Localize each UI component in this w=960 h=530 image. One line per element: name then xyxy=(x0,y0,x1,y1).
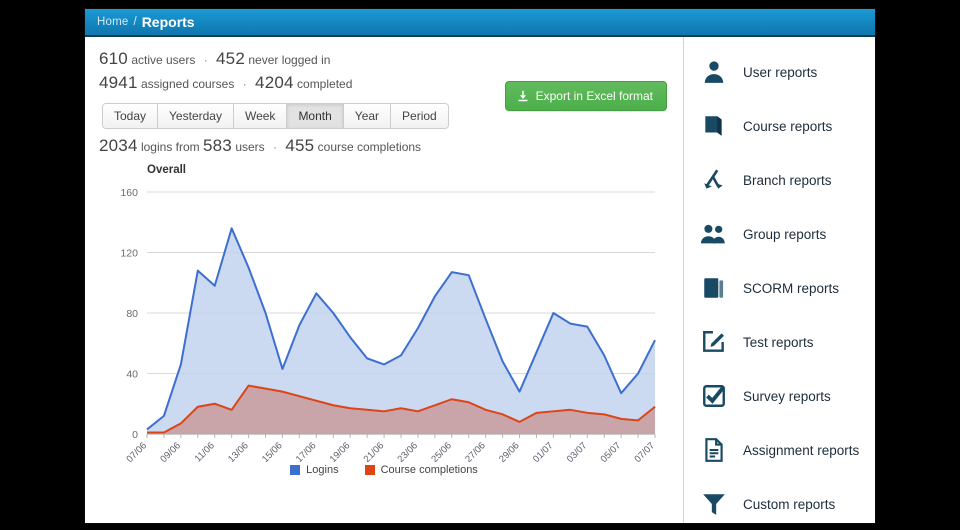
stat-line-logins: 2034 logins from 583 users · 455 course … xyxy=(99,136,667,155)
document-icon xyxy=(698,434,730,466)
app-window: Home / Reports 610 active users · 452 ne… xyxy=(84,8,876,524)
sidebar-item-test-reports[interactable]: Test reports xyxy=(684,315,875,369)
breadcrumb-bar: Home / Reports xyxy=(85,9,875,37)
scorm-stack-icon xyxy=(698,272,730,304)
svg-text:15/06: 15/06 xyxy=(260,440,285,462)
reports-sidebar: User reports Course reports Branch repor… xyxy=(683,37,875,523)
svg-text:27/06: 27/06 xyxy=(463,440,488,462)
sidebar-item-custom-reports[interactable]: Custom reports xyxy=(684,477,875,523)
tab-today[interactable]: Today xyxy=(103,104,159,128)
sidebar-label: Test reports xyxy=(743,334,814,350)
svg-text:40: 40 xyxy=(126,369,138,381)
tab-year[interactable]: Year xyxy=(343,104,392,128)
logins-users-count: 583 xyxy=(203,136,232,155)
sidebar-label: SCORM reports xyxy=(743,280,840,296)
page-title: Reports xyxy=(141,14,195,30)
chart-canvas: 0 40 80 120 160 07/06 09/06 11/06 13/06 15/06 17/0… xyxy=(120,187,658,465)
svg-text:17/06: 17/06 xyxy=(294,440,319,462)
active-users-label: active users xyxy=(131,53,196,67)
main-panel: 610 active users · 452 never logged in 4… xyxy=(85,37,683,523)
branch-icon xyxy=(698,164,730,196)
svg-text:07/07: 07/07 xyxy=(633,440,658,462)
sidebar-item-course-reports[interactable]: Course reports xyxy=(684,99,875,153)
completed-count: 4204 xyxy=(255,73,294,92)
assigned-courses-label: assigned courses xyxy=(140,77,235,91)
stat-line-active-users: 610 active users · 452 never logged in xyxy=(99,49,667,68)
logins-users-label: users xyxy=(235,140,265,154)
course-completions-count: 455 xyxy=(285,136,315,155)
sidebar-item-group-reports[interactable]: Group reports xyxy=(684,207,875,261)
svg-text:11/06: 11/06 xyxy=(193,440,217,462)
content-area: 610 active users · 452 never logged in 4… xyxy=(85,37,875,523)
assigned-courses-count: 4941 xyxy=(99,73,138,92)
activity-chart: Overall 0 40 80 120 160 07/06 09/06 11/06 13/06 1… xyxy=(99,162,669,492)
sidebar-label: User reports xyxy=(743,64,818,80)
stat-separator: · xyxy=(273,140,277,154)
legend-swatch-logins xyxy=(290,465,301,475)
svg-text:23/06: 23/06 xyxy=(395,440,420,462)
pencil-square-icon xyxy=(698,326,730,358)
logins-count: 2034 xyxy=(99,136,138,155)
export-excel-label: Export in Excel format xyxy=(535,89,653,103)
sidebar-item-assignment-reports[interactable]: Assignment reports xyxy=(684,423,875,477)
svg-text:13/06: 13/06 xyxy=(226,440,251,462)
tab-period[interactable]: Period xyxy=(391,104,448,128)
logins-label: logins from xyxy=(140,140,200,154)
active-users-count: 610 xyxy=(99,49,128,68)
svg-text:21/06: 21/06 xyxy=(362,440,387,462)
export-excel-button[interactable]: Export in Excel format xyxy=(504,81,667,111)
sidebar-label: Branch reports xyxy=(743,172,832,188)
sidebar-label: Survey reports xyxy=(743,388,831,404)
book-icon xyxy=(698,110,730,142)
download-icon xyxy=(517,90,529,102)
svg-text:19/06: 19/06 xyxy=(328,440,353,462)
never-logged-in-label: never logged in xyxy=(248,53,331,67)
breadcrumb-home[interactable]: Home xyxy=(97,16,128,28)
sidebar-label: Custom reports xyxy=(743,496,836,512)
sidebar-item-branch-reports[interactable]: Branch reports xyxy=(684,153,875,207)
legend-item-logins[interactable]: Logins xyxy=(290,464,339,476)
check-square-icon xyxy=(698,380,730,412)
svg-text:25/06: 25/06 xyxy=(429,440,454,462)
svg-text:0: 0 xyxy=(132,429,138,441)
funnel-icon xyxy=(698,488,730,520)
svg-text:120: 120 xyxy=(120,248,138,260)
sidebar-label: Group reports xyxy=(743,226,827,242)
svg-text:29/06: 29/06 xyxy=(497,440,522,462)
sidebar-label: Assignment reports xyxy=(743,442,860,458)
svg-text:160: 160 xyxy=(120,187,138,199)
user-icon xyxy=(698,56,730,88)
legend-label-logins: Logins xyxy=(306,464,339,476)
svg-text:80: 80 xyxy=(126,308,138,320)
svg-text:09/06: 09/06 xyxy=(158,440,183,462)
chart-title: Overall xyxy=(147,164,186,176)
completed-label: completed xyxy=(297,77,353,91)
screen: Home / Reports 610 active users · 452 ne… xyxy=(0,0,960,530)
stat-separator: · xyxy=(242,77,247,91)
legend-label-completions: Course completions xyxy=(380,464,478,476)
svg-text:07/06: 07/06 xyxy=(125,440,150,462)
period-tab-group: Today Yesterday Week Month Year Period xyxy=(102,103,449,129)
sidebar-item-user-reports[interactable]: User reports xyxy=(684,45,875,99)
svg-text:03/07: 03/07 xyxy=(565,440,590,462)
course-completions-label: course completions xyxy=(317,140,422,154)
legend-swatch-completions xyxy=(364,465,375,475)
stat-separator: · xyxy=(203,53,208,67)
tab-yesterday[interactable]: Yesterday xyxy=(158,104,234,128)
users-group-icon xyxy=(698,218,730,250)
sidebar-label: Course reports xyxy=(743,118,833,134)
sidebar-item-survey-reports[interactable]: Survey reports xyxy=(684,369,875,423)
chart-legend: Logins Course completions xyxy=(99,464,669,476)
tab-month[interactable]: Month xyxy=(287,104,344,128)
svg-text:01/07: 01/07 xyxy=(531,440,556,462)
tab-week[interactable]: Week xyxy=(233,104,288,128)
breadcrumb-separator: / xyxy=(133,16,137,28)
sidebar-item-scorm-reports[interactable]: SCORM reports xyxy=(684,261,875,315)
svg-text:05/07: 05/07 xyxy=(599,440,624,462)
legend-item-completions[interactable]: Course completions xyxy=(364,464,478,476)
never-logged-in-count: 452 xyxy=(216,49,245,68)
